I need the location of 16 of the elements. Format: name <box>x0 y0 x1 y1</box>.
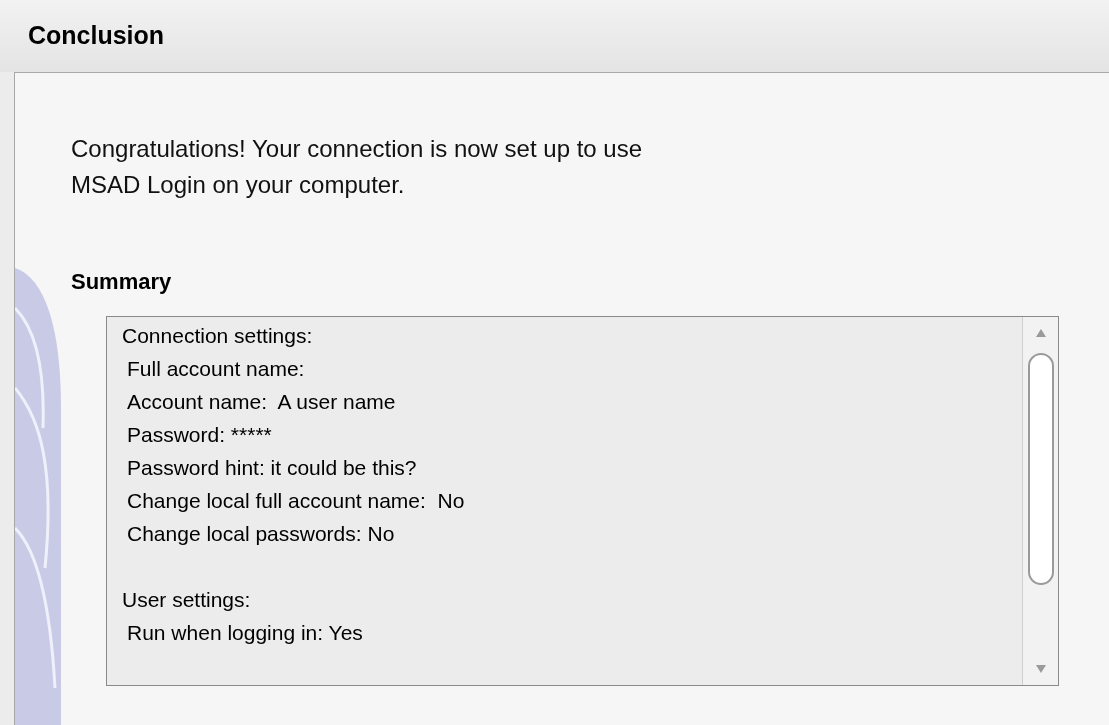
scroll-up-arrow-icon[interactable] <box>1034 327 1047 339</box>
summary-line: Full account name: <box>126 356 305 382</box>
summary-line: Password: ***** <box>126 422 272 448</box>
scroll-down-arrow-icon[interactable] <box>1034 663 1047 675</box>
summary-line: Password hint: it could be this? <box>126 455 417 481</box>
summary-line: Change local full account name: No <box>126 488 465 514</box>
summary-group-heading: User settings: <box>122 587 251 613</box>
scrollbar-thumb[interactable] <box>1027 353 1054 585</box>
summary-line: Change local passwords: No <box>126 521 395 547</box>
message-text: Congratulations! Your connection is now set up to use MSAD Login on your computer. <box>71 134 644 200</box>
summary-line: Account name: A user name <box>126 389 396 415</box>
summary-line: Run when logging in: Yes <box>126 620 363 646</box>
summary-group-heading: Connection settings: <box>122 323 313 349</box>
section-title: Conclusion <box>28 20 165 52</box>
scrollbar[interactable] <box>1022 317 1058 685</box>
summary-heading: Summary <box>71 268 173 296</box>
